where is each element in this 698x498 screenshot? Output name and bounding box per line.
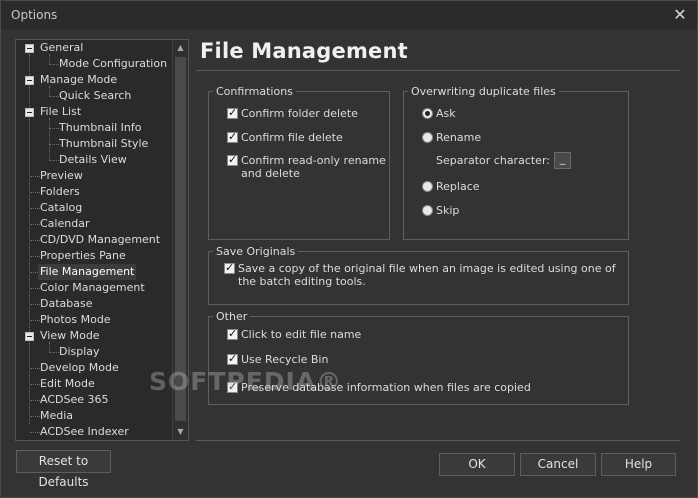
- collapse-icon[interactable]: [25, 108, 34, 117]
- tree-connector: [49, 118, 50, 160]
- footer-divider: [196, 440, 680, 441]
- other-legend: Other: [216, 310, 248, 323]
- replace-label: Replace: [436, 180, 480, 193]
- click-edit-filename-label: Click to edit file name: [241, 328, 362, 341]
- checkbox-checked-icon[interactable]: [227, 327, 238, 341]
- tree-connector: [30, 176, 40, 177]
- save-copy-checkbox[interactable]: Save a copy of the original file when an…: [224, 261, 624, 292]
- tree-item-acdsee-indexer[interactable]: ACDSee Indexer: [40, 424, 129, 440]
- tree-item-details-view[interactable]: Details View: [59, 152, 127, 168]
- confirmations-legend: Confirmations: [216, 85, 293, 98]
- tree-connector: [30, 416, 40, 417]
- checkbox-checked-icon[interactable]: [227, 106, 238, 120]
- tree-item-properties-pane[interactable]: Properties Pane: [40, 248, 126, 264]
- tree-item-edit-mode[interactable]: Edit Mode: [40, 376, 95, 392]
- help-button[interactable]: Help: [601, 453, 676, 476]
- confirm-readonly-label: Confirm read-only rename and delete: [241, 154, 386, 180]
- checkbox-checked-icon[interactable]: [227, 352, 238, 366]
- softpedia-watermark: SOFTPEDIA®: [149, 367, 343, 396]
- collapse-icon[interactable]: [25, 332, 34, 341]
- ok-button[interactable]: OK: [439, 453, 515, 476]
- cancel-button[interactable]: Cancel: [520, 453, 596, 476]
- separator-character-button[interactable]: _: [554, 152, 571, 169]
- checkbox-checked-icon[interactable]: [224, 261, 235, 275]
- tree-item-photos-mode[interactable]: Photos Mode: [40, 312, 111, 328]
- scroll-down-icon[interactable]: ▼: [173, 424, 188, 440]
- tree-item-thumbnail-style[interactable]: Thumbnail Style: [59, 136, 148, 152]
- separator-label: Separator character:: [436, 154, 550, 167]
- scroll-up-icon[interactable]: ▲: [173, 40, 188, 56]
- save-originals-legend: Save Originals: [216, 245, 296, 258]
- tree-connector: [30, 192, 40, 193]
- skip-label: Skip: [436, 204, 460, 217]
- tree-connector: [30, 256, 40, 257]
- tree-item-file-management[interactable]: File Management: [38, 264, 137, 280]
- window-title: Options: [11, 8, 58, 22]
- tree-connector: [30, 208, 40, 209]
- confirm-readonly-checkbox[interactable]: Confirm read-only rename and delete: [227, 153, 386, 184]
- tree-connector: [30, 432, 40, 433]
- rename-label: Rename: [436, 131, 482, 144]
- tree-item-catalog[interactable]: Catalog: [40, 200, 82, 216]
- tree-item-view-mode[interactable]: View Mode: [40, 328, 100, 344]
- tree-item-cd-dvd-management[interactable]: CD/DVD Management: [40, 232, 160, 248]
- tree-item-color-management[interactable]: Color Management: [40, 280, 145, 296]
- confirm-folder-delete-label: Confirm folder delete: [241, 107, 358, 120]
- tree-item-quick-search[interactable]: Quick Search: [59, 88, 131, 104]
- tree-connector: [30, 240, 40, 241]
- tree-item-display[interactable]: Display: [59, 344, 100, 360]
- tree-item-general[interactable]: General: [40, 40, 83, 56]
- tree-item-preview[interactable]: Preview: [40, 168, 83, 184]
- collapse-icon[interactable]: [25, 76, 34, 85]
- tree-item-calendar[interactable]: Calendar: [40, 216, 89, 232]
- tree-connector: [30, 288, 40, 289]
- tree-connector: [30, 320, 40, 321]
- heading-divider: [196, 70, 680, 71]
- radio-icon[interactable]: [422, 181, 433, 192]
- ask-label: Ask: [436, 107, 456, 120]
- tree-item-file-list[interactable]: File List: [40, 104, 81, 120]
- title-bar[interactable]: Options ✕: [1, 1, 697, 29]
- radio-icon[interactable]: [422, 132, 433, 143]
- tree-item-acdsee-365[interactable]: ACDSee 365: [40, 392, 109, 408]
- radio-icon[interactable]: [422, 205, 433, 216]
- page-title: File Management: [200, 39, 408, 63]
- tree-item-media[interactable]: Media: [40, 408, 73, 424]
- close-icon[interactable]: ✕: [671, 6, 689, 24]
- tree-item-folders[interactable]: Folders: [40, 184, 80, 200]
- confirm-file-delete-label: Confirm file delete: [241, 131, 343, 144]
- tree-connector: [30, 368, 40, 369]
- reset-to-defaults-button[interactable]: Reset to Defaults: [16, 450, 111, 489]
- collapse-icon[interactable]: [25, 44, 34, 53]
- radio-selected-icon[interactable]: [422, 108, 433, 119]
- tree-item-manage-mode[interactable]: Manage Mode: [40, 72, 117, 88]
- tree-item-develop-mode[interactable]: Develop Mode: [40, 360, 119, 376]
- options-window: Options ✕ General Mode Configuration Man…: [0, 0, 698, 498]
- overwriting-legend: Overwriting duplicate files: [411, 85, 556, 98]
- tree-item-mode-configuration[interactable]: Mode Configuration: [59, 56, 167, 72]
- tree-connector: [30, 384, 40, 385]
- tree-connector: [30, 304, 40, 305]
- save-copy-label: Save a copy of the original file when an…: [238, 262, 616, 288]
- checkbox-checked-icon[interactable]: [227, 130, 238, 144]
- tree-item-thumbnail-info[interactable]: Thumbnail Info: [59, 120, 142, 136]
- use-recycle-bin-label: Use Recycle Bin: [241, 353, 329, 366]
- checkbox-checked-icon[interactable]: [227, 153, 238, 167]
- tree-connector: [30, 400, 40, 401]
- tree-connector: [30, 224, 40, 225]
- tree-item-database[interactable]: Database: [40, 296, 93, 312]
